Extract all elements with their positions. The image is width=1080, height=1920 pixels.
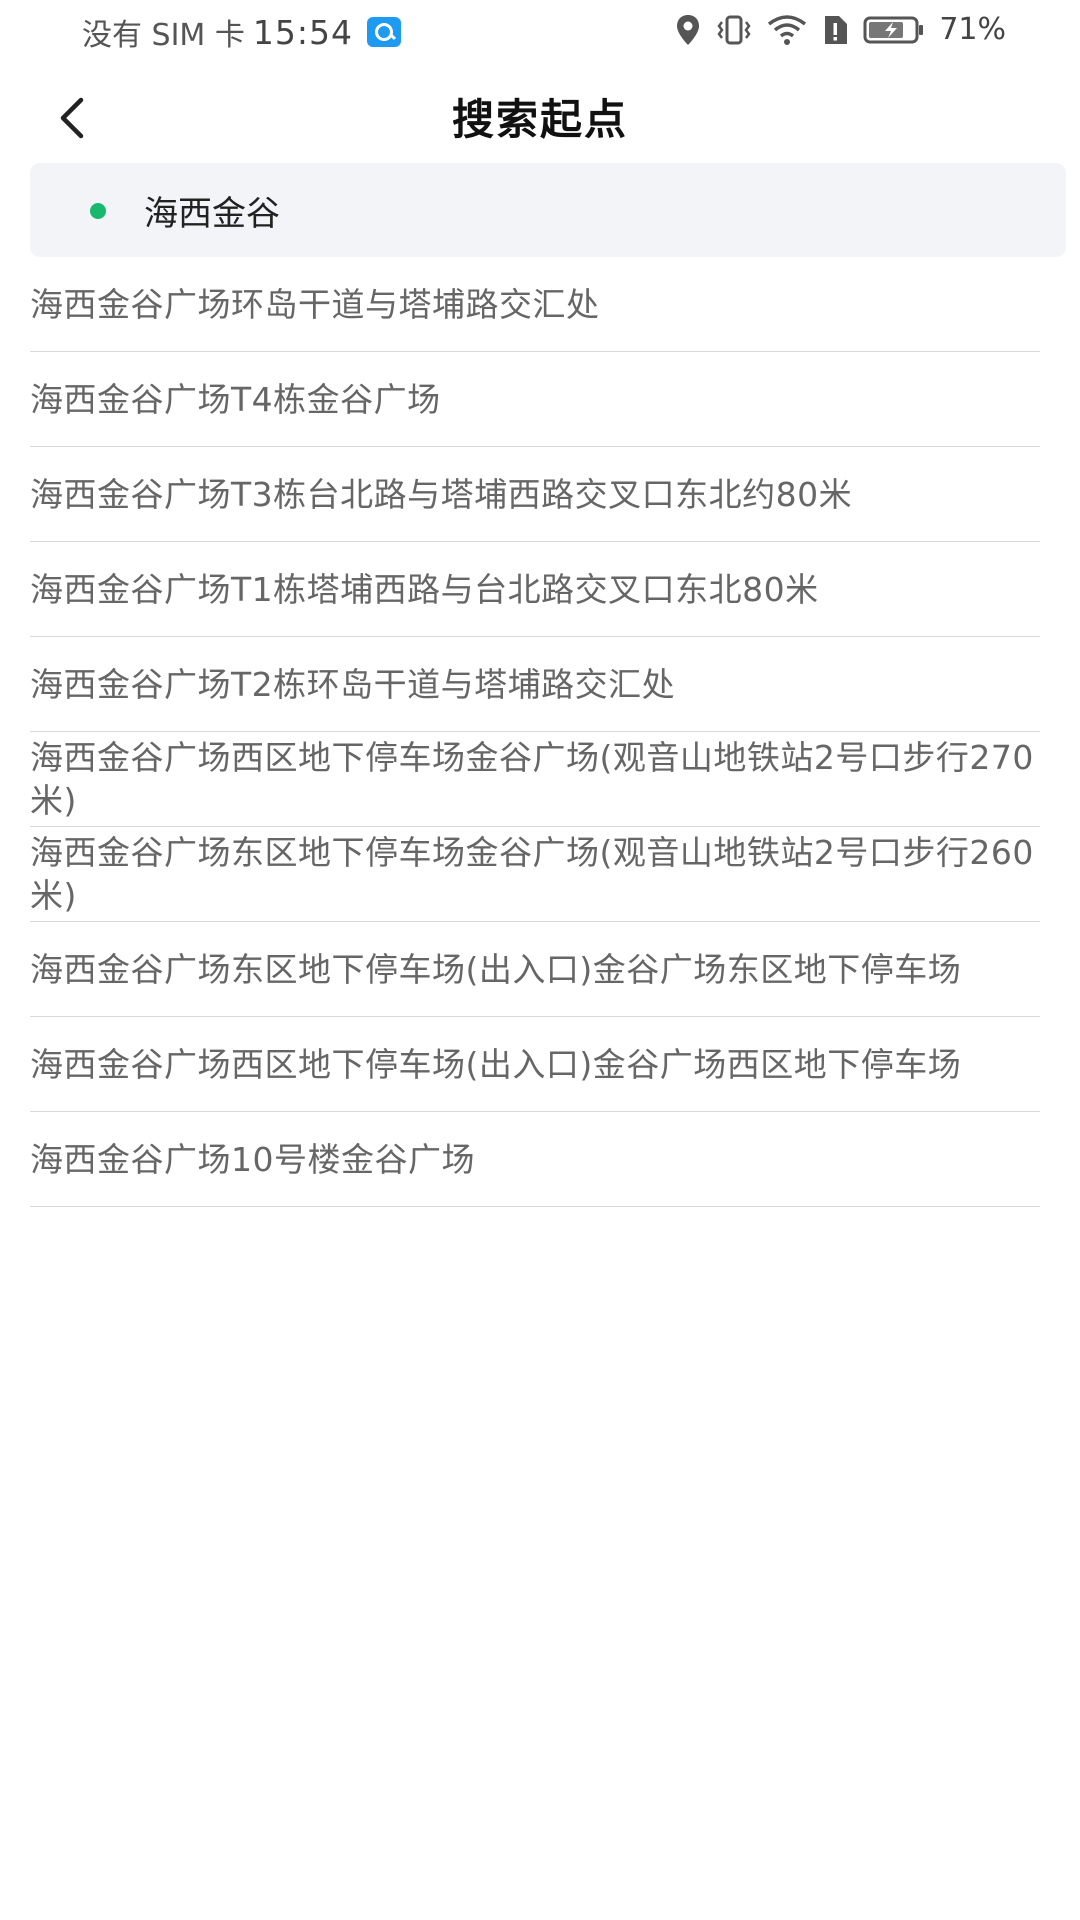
status-left: 没有 SIM 卡 15:54 [82,10,401,54]
list-item[interactable]: 海西金谷广场东区地下停车场金谷广场(观音山地铁站2号口步行260米) [30,827,1040,922]
list-item[interactable]: 海西金谷广场西区地下停车场(出入口)金谷广场西区地下停车场 [30,1017,1040,1112]
list-item-label: 海西金谷广场西区地下停车场金谷广场(观音山地铁站2号口步行270米) [30,738,1034,820]
list-item-label: 海西金谷广场西区地下停车场(出入口)金谷广场西区地下停车场 [30,1044,962,1084]
status-time: 15:54 [252,12,353,52]
list-item-label: 海西金谷广场T4栋金谷广场 [30,379,441,419]
list-item-label: 海西金谷广场东区地下停车场金谷广场(观音山地铁站2号口步行260米) [30,833,1034,915]
header: 搜索起点 [0,70,1080,170]
list-item[interactable]: 海西金谷广场环岛干道与塔埔路交汇处 [30,257,1040,352]
list-item[interactable]: 海西金谷广场T4栋金谷广场 [30,352,1040,447]
list-item[interactable]: 海西金谷广场T1栋塔埔西路与台北路交叉口东北80米 [30,542,1040,637]
list-item-label: 海西金谷广场环岛干道与塔埔路交汇处 [30,284,600,324]
battery-charging-icon [863,15,925,45]
status-bar: 没有 SIM 卡 15:54 71% [0,0,1080,58]
list-item[interactable]: 海西金谷广场10号楼金谷广场 [30,1112,1040,1207]
sim-alert-icon [821,14,849,46]
start-point-dot-icon [90,203,106,219]
search-box[interactable] [30,163,1066,257]
list-item-label: 海西金谷广场10号楼金谷广场 [30,1139,475,1179]
vibrate-icon [715,14,753,46]
battery-percent: 71% [939,12,1006,47]
results-list: 海西金谷广场环岛干道与塔埔路交汇处 海西金谷广场T4栋金谷广场 海西金谷广场T3… [30,257,1040,1207]
page-title: 搜索起点 [451,95,628,144]
search-app-notification-icon [366,17,401,47]
carrier-label: 没有 SIM 卡 [82,18,245,53]
list-item-label: 海西金谷广场T3栋台北路与塔埔西路交叉口东北约80米 [30,474,853,514]
list-item-label: 海西金谷广场T1栋塔埔西路与台北路交叉口东北80米 [30,569,819,609]
list-item[interactable]: 海西金谷广场T2栋环岛干道与塔埔路交汇处 [30,637,1040,732]
wifi-icon [767,14,807,46]
list-item-label: 海西金谷广场东区地下停车场(出入口)金谷广场东区地下停车场 [30,949,962,989]
list-item-label: 海西金谷广场T2栋环岛干道与塔埔路交汇处 [30,664,676,704]
list-item[interactable]: 海西金谷广场西区地下停车场金谷广场(观音山地铁站2号口步行270米) [30,732,1040,827]
location-icon [675,14,701,46]
list-item[interactable]: 海西金谷广场东区地下停车场(出入口)金谷广场东区地下停车场 [30,922,1040,1017]
status-right: 71% [675,12,1006,47]
search-input[interactable] [144,183,1044,237]
list-item[interactable]: 海西金谷广场T3栋台北路与塔埔西路交叉口东北约80米 [30,447,1040,542]
